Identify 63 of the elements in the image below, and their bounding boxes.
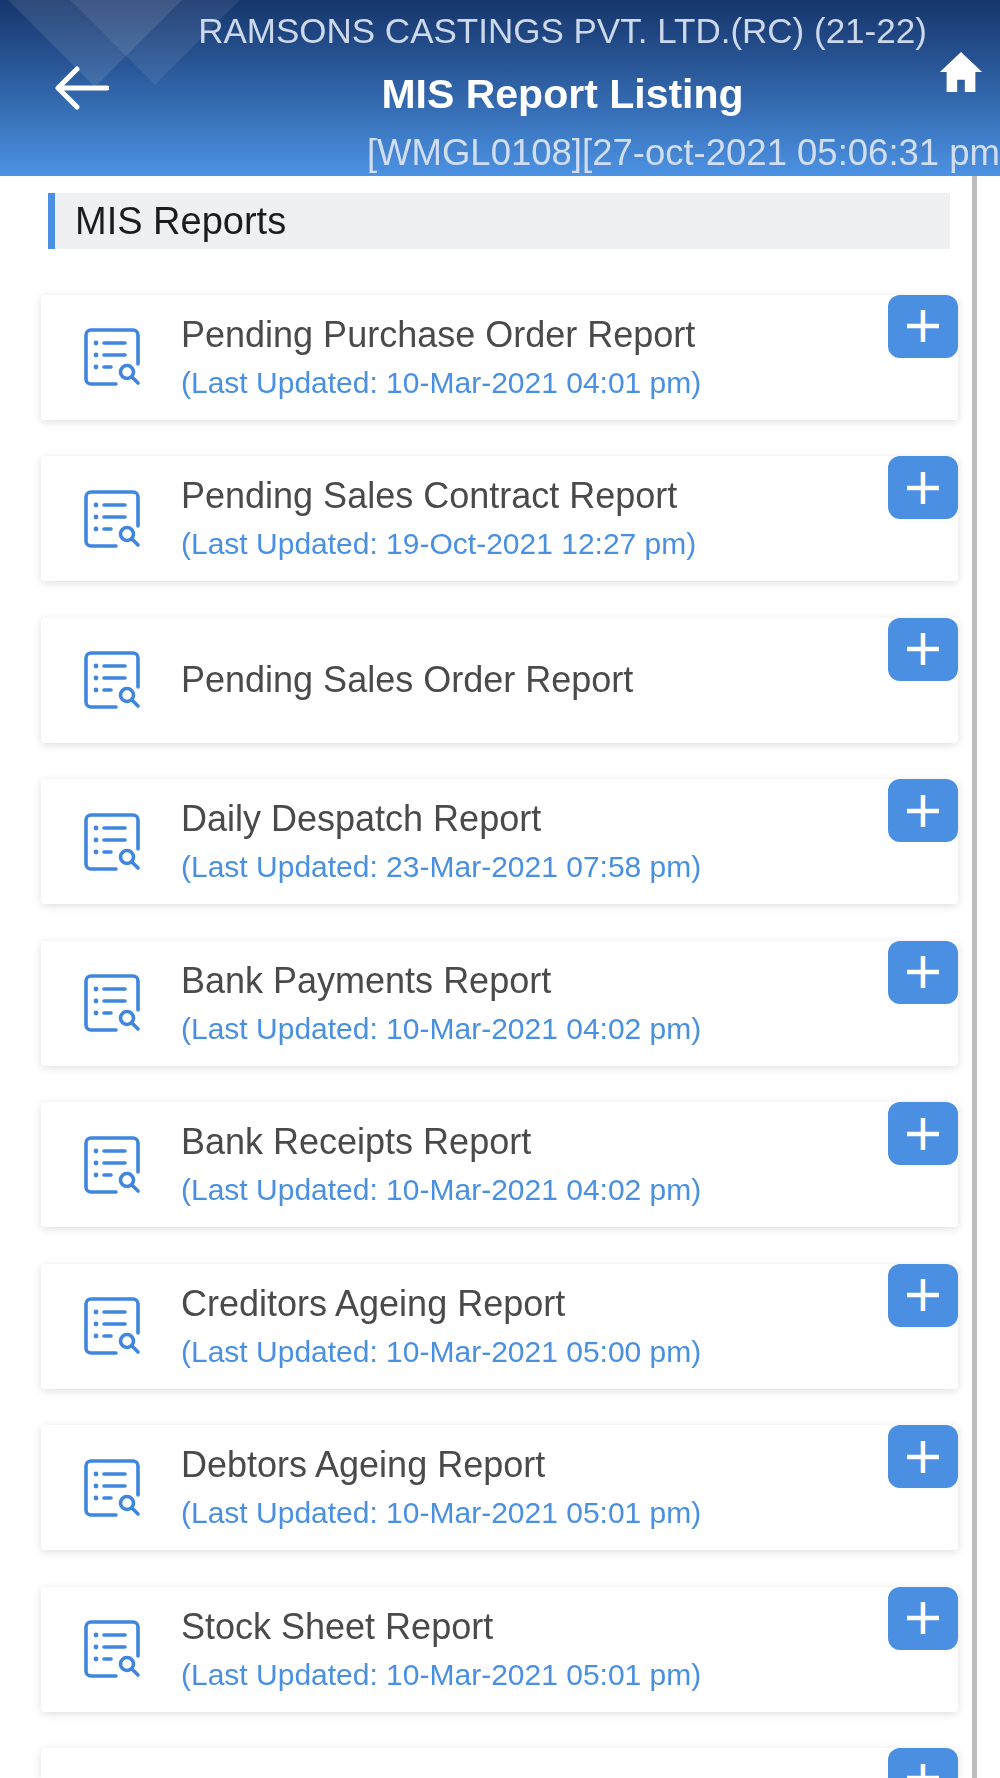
report-title: Pending Sales Order Report [181,659,634,701]
report-search-icon [83,1295,143,1357]
report-card[interactable]: Bank Receipts Report (Last Updated: 10-Mar-2021 04:02 pm) [41,1102,958,1227]
report-search-icon [83,1456,143,1519]
report-search-icon [83,487,143,550]
report-title: Daily Despatch Report [181,798,543,840]
report-title: Pending Sales Contract Report [181,475,679,517]
report-search-icon [83,1618,143,1680]
page-title: MIS Report Listing [381,70,744,118]
report-card[interactable]: Bank Payments Report (Last Updated: 10-Mar-2021 04:02 pm) [41,940,958,1066]
plus-icon [906,632,940,666]
report-title: Pending Purchase Order Report [181,313,697,356]
plus-icon [906,470,940,505]
plus-icon [906,1116,940,1151]
last-updated-text: (Last Updated: 10-Mar-2021 05:01 pm) [181,1495,702,1531]
section-title: MIS Reports [75,198,287,243]
back-arrow-icon [53,65,109,111]
add-button[interactable] [888,940,958,1004]
report-title: Debtors Ageing Report [181,1444,547,1486]
add-button[interactable] [888,1748,958,1778]
home-icon [938,50,984,94]
plus-icon [906,309,940,343]
last-updated-text: (Last Updated: 10-Mar-2021 05:00 pm) [181,1333,702,1370]
report-card[interactable]: Pending Purchase Order Report (Last Updated: 10-Mar-2021 04:01 pm) [41,294,958,420]
report-title: Stock Sheet Report [181,1605,495,1648]
add-button[interactable] [888,617,958,681]
last-updated-text: (Last Updated: 10-Mar-2021 04:02 pm) [181,1010,702,1047]
add-button[interactable] [888,779,958,842]
add-button[interactable] [888,456,958,519]
report-card[interactable]: Creditors Ageing Report (Last Updated: 10-Mar-2021 05:00 pm) [41,1263,958,1389]
last-updated-text: (Last Updated: 10-Mar-2021 04:01 pm) [181,364,702,401]
report-card[interactable]: Stock Sheet Report (Last Updated: 10-Mar-2021 05:01 pm) [41,1586,958,1712]
report-card[interactable]: Debtors Ageing Report (Last Updated: 10-Mar-2021 05:01 pm) [41,1425,958,1550]
add-button[interactable] [888,1586,958,1650]
plus-icon [906,793,940,828]
company-name: RAMSONS CASTINGS PVT. LTD.(RC) (21-22) [198,10,927,52]
report-search-icon [83,810,143,873]
plus-icon [906,1601,940,1635]
last-updated-text: (Last Updated: 10-Mar-2021 04:02 pm) [181,1172,702,1208]
last-updated-text: (Last Updated: 10-Mar-2021 05:01 pm) [181,1656,702,1693]
add-button[interactable] [888,1425,958,1488]
last-updated-text: (Last Updated: 19-Oct-2021 12:27 pm) [181,526,697,562]
add-button[interactable] [888,1102,958,1165]
report-title: Bank Receipts Report [181,1121,533,1163]
report-search-icon [83,326,143,388]
add-button[interactable] [888,294,958,358]
plus-icon [906,1762,940,1778]
report-card[interactable] [41,1748,958,1778]
report-card[interactable]: Pending Sales Order Report [41,617,958,743]
report-card[interactable]: Daily Despatch Report (Last Updated: 23-Mar-2021 07:58 pm) [41,779,958,904]
report-card[interactable]: Pending Sales Contract Report (Last Updated: 19-Oct-2021 12:27 pm) [41,456,958,581]
report-title: Creditors Ageing Report [181,1282,567,1325]
plus-icon [906,1439,940,1474]
add-button[interactable] [888,1263,958,1327]
report-search-icon [83,1133,143,1196]
report-title: Bank Payments Report [181,959,553,1002]
plus-icon [906,1278,940,1312]
plus-icon [906,955,940,989]
back-button[interactable] [52,63,110,113]
last-updated-text: (Last Updated: 23-Mar-2021 07:58 pm) [181,849,702,885]
session-info: [WMGL0108][27-oct-2021 05:06:31 pm [366,132,1000,174]
report-search-icon [83,972,143,1034]
report-search-icon [83,649,143,711]
